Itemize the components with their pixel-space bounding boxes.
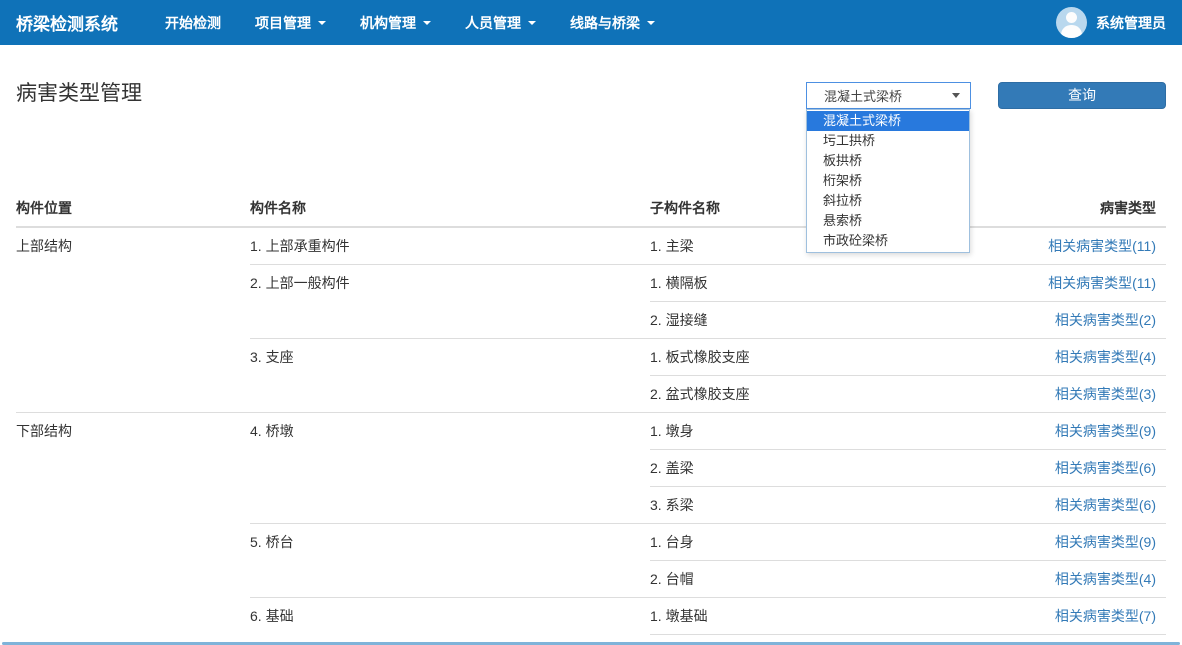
component-cell: 5. 桥台 — [250, 524, 650, 598]
nav-item-project-management[interactable]: 项目管理 — [238, 13, 343, 33]
nav-item-organization-management[interactable]: 机构管理 — [343, 13, 448, 33]
bridge-type-option[interactable]: 板拱桥 — [807, 151, 969, 171]
header-component-position: 构件位置 — [16, 192, 250, 227]
table-row: 上部结构 1. 上部承重构件 1. 主梁 相关病害类型(11) — [16, 227, 1166, 265]
related-disease-link[interactable]: 相关病害类型(9) — [1055, 534, 1156, 550]
bridge-type-option[interactable]: 市政砼梁桥 — [807, 231, 969, 251]
bridge-type-option[interactable]: 斜拉桥 — [807, 191, 969, 211]
bridge-type-option[interactable]: 悬索桥 — [807, 211, 969, 231]
query-button[interactable]: 查询 — [998, 82, 1166, 109]
current-user-name: 系统管理员 — [1096, 13, 1166, 33]
caret-down-icon — [423, 21, 431, 25]
select-arrow-icon — [952, 93, 960, 98]
subcomponent-cell: 1. 台身 — [650, 524, 951, 561]
position-cell: 下部结构 — [16, 413, 250, 645]
component-cell: 6. 基础 — [250, 598, 650, 645]
position-cell: 上部结构 — [16, 227, 250, 413]
nav-item-label: 项目管理 — [255, 13, 311, 33]
nav-item-routes-and-bridges[interactable]: 线路与桥梁 — [553, 13, 672, 33]
related-disease-link[interactable]: 相关病害类型(4) — [1055, 349, 1156, 365]
related-disease-link[interactable]: 相关病害类型(9) — [1055, 423, 1156, 439]
user-avatar-icon — [1056, 7, 1087, 38]
bridge-type-dropdown: 混凝土式梁桥 圬工拱桥 板拱桥 桁架桥 斜拉桥 悬索桥 市政砼梁桥 — [806, 109, 970, 253]
nav-item-personnel-management[interactable]: 人员管理 — [448, 13, 553, 33]
caret-down-icon — [318, 21, 326, 25]
bridge-type-option[interactable]: 圬工拱桥 — [807, 131, 969, 151]
related-disease-link[interactable]: 相关病害类型(6) — [1055, 460, 1156, 476]
component-cell: 4. 桥墩 — [250, 413, 650, 524]
related-disease-link[interactable]: 相关病害类型(2) — [1055, 312, 1156, 328]
related-disease-link[interactable]: 相关病害类型(4) — [1055, 571, 1156, 587]
subcomponent-cell: 3. 系梁 — [650, 487, 951, 524]
nav-item-label: 机构管理 — [360, 13, 416, 33]
related-disease-link[interactable]: 相关病害类型(11) — [1048, 238, 1156, 254]
query-controls: 混凝土式梁桥 混凝土式梁桥 圬工拱桥 板拱桥 桁架桥 斜拉桥 悬索桥 市政砼梁桥… — [806, 82, 1166, 109]
subcomponent-cell: 2. 湿接缝 — [650, 302, 951, 339]
table-header-row: 构件位置 构件名称 子构件名称 病害类型 — [16, 192, 1166, 227]
caret-down-icon — [647, 21, 655, 25]
bridge-type-selected-value: 混凝土式梁桥 — [824, 86, 952, 105]
subcomponent-cell: 2. 盖梁 — [650, 450, 951, 487]
top-navbar: 桥梁检测系统 开始检测 项目管理 机构管理 人员管理 线路与桥梁 系统管理员 — [0, 0, 1182, 45]
subcomponent-cell: 2. 盆式橡胶支座 — [650, 376, 951, 413]
related-disease-link[interactable]: 相关病害类型(11) — [1048, 275, 1156, 291]
component-cell: 3. 支座 — [250, 339, 650, 413]
subcomponent-cell: 1. 墩基础 — [650, 598, 951, 635]
table-row: 下部结构 4. 桥墩 1. 墩身 相关病害类型(9) — [16, 413, 1166, 450]
bridge-type-select-wrap: 混凝土式梁桥 混凝土式梁桥 圬工拱桥 板拱桥 桁架桥 斜拉桥 悬索桥 市政砼梁桥 — [806, 82, 971, 109]
page-content: 病害类型管理 混凝土式梁桥 混凝土式梁桥 圬工拱桥 板拱桥 桁架桥 斜拉桥 悬索… — [0, 82, 1182, 645]
component-cell: 2. 上部一般构件 — [250, 265, 650, 339]
related-disease-link[interactable]: 相关病害类型(6) — [1055, 497, 1156, 513]
caret-down-icon — [528, 21, 536, 25]
related-disease-link[interactable]: 相关病害类型(7) — [1055, 608, 1156, 624]
page-title: 病害类型管理 — [16, 82, 142, 106]
subcomponent-cell: 1. 板式橡胶支座 — [650, 339, 951, 376]
subcomponent-cell: 1. 墩身 — [650, 413, 951, 450]
bridge-type-option[interactable]: 混凝土式梁桥 — [807, 111, 969, 131]
nav-item-label: 人员管理 — [465, 13, 521, 33]
user-menu[interactable]: 系统管理员 — [1056, 7, 1166, 38]
header-component-name: 构件名称 — [250, 192, 650, 227]
related-disease-link[interactable]: 相关病害类型(3) — [1055, 386, 1156, 402]
app-brand[interactable]: 桥梁检测系统 — [16, 10, 118, 35]
bridge-type-option[interactable]: 桁架桥 — [807, 171, 969, 191]
disease-type-table: 构件位置 构件名称 子构件名称 病害类型 上部结构 1. 上部承重构件 1. 主… — [16, 192, 1166, 645]
component-cell: 1. 上部承重构件 — [250, 227, 650, 265]
nav-menu: 开始检测 项目管理 机构管理 人员管理 线路与桥梁 — [148, 13, 672, 33]
subcomponent-cell: 2. 台帽 — [650, 561, 951, 598]
bridge-type-select[interactable]: 混凝土式梁桥 — [806, 82, 971, 109]
nav-item-start-inspection[interactable]: 开始检测 — [148, 13, 238, 33]
header-disease-type: 病害类型 — [951, 192, 1166, 227]
subcomponent-cell: 1. 横隔板 — [650, 265, 951, 302]
nav-item-label: 开始检测 — [165, 13, 221, 33]
nav-item-label: 线路与桥梁 — [570, 13, 640, 33]
